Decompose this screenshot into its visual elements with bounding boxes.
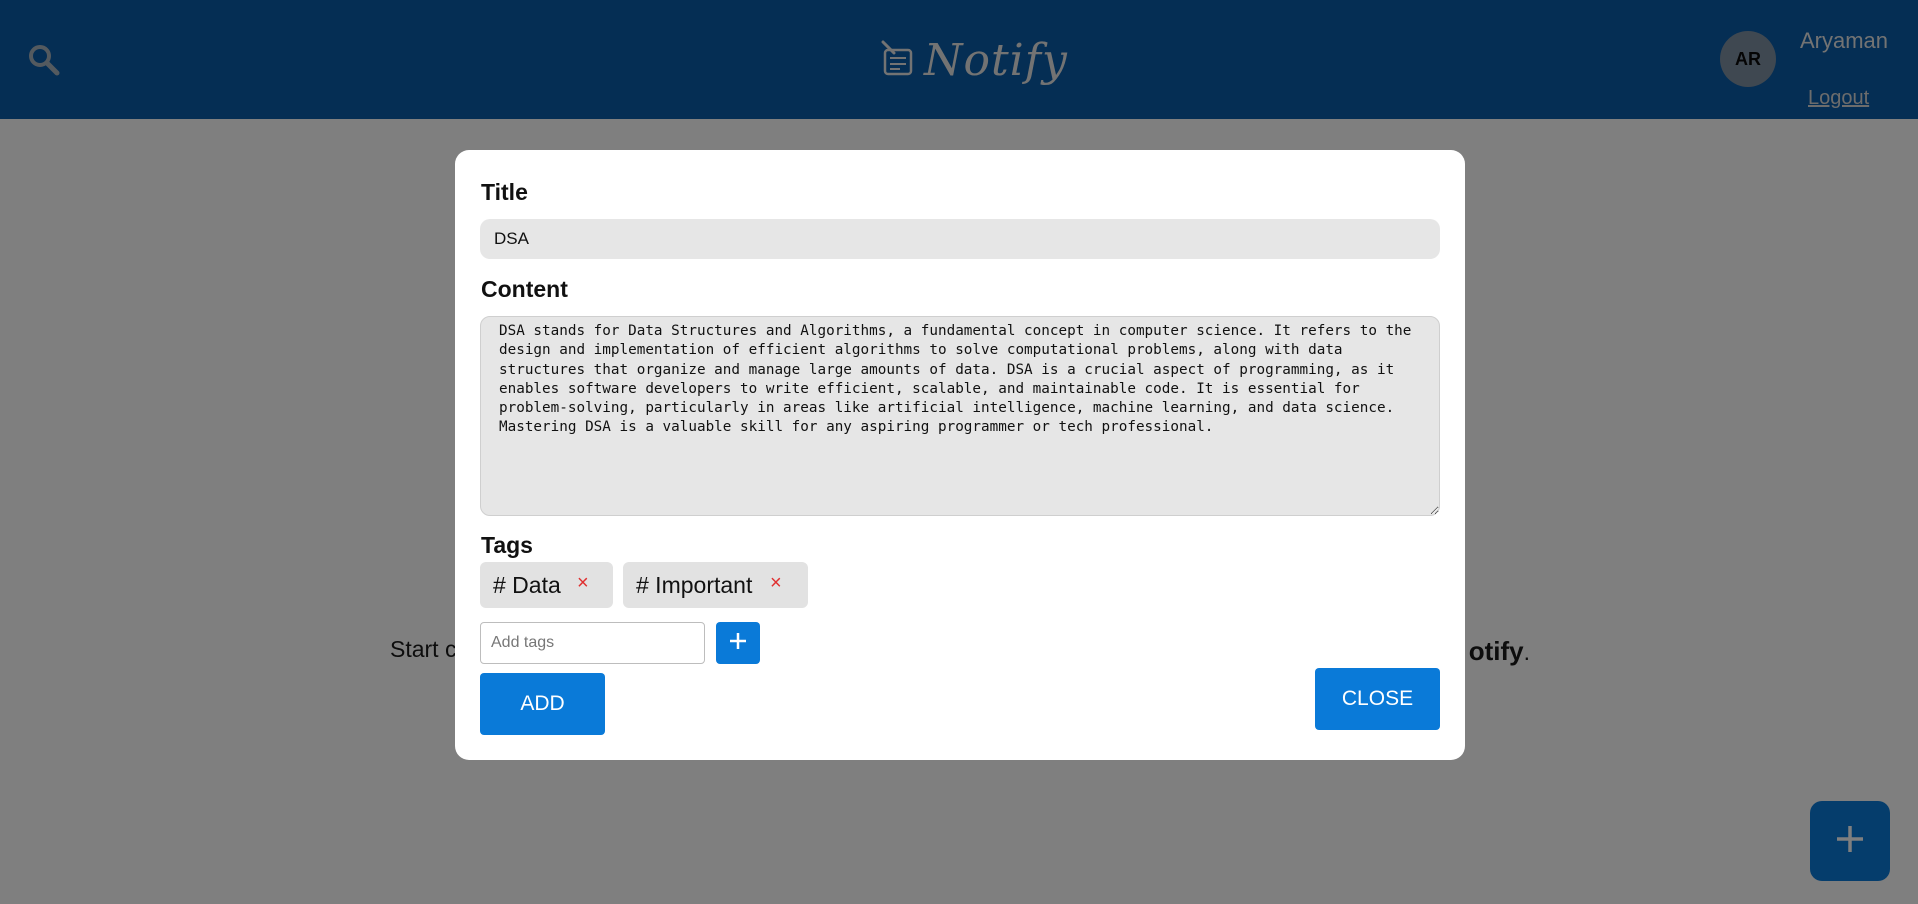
content-label: Content bbox=[481, 276, 568, 302]
add-button[interactable]: ADD bbox=[480, 673, 605, 735]
tag-remove-icon[interactable]: × bbox=[577, 572, 589, 595]
plus-icon bbox=[728, 631, 748, 656]
title-label: Title bbox=[481, 179, 528, 205]
tag-remove-icon[interactable]: × bbox=[770, 572, 782, 595]
content-textarea[interactable]: DSA stands for Data Structures and Algor… bbox=[480, 316, 1440, 516]
tag-label: # Important bbox=[636, 571, 753, 598]
add-tag-button[interactable] bbox=[716, 622, 760, 664]
tag-chip: # Important × bbox=[623, 562, 808, 608]
edit-note-modal: Title Content DSA stands for Data Struct… bbox=[455, 150, 1465, 760]
tag-label: # Data bbox=[493, 571, 561, 598]
tags-label: Tags bbox=[481, 532, 533, 558]
tag-chip: # Data × bbox=[480, 562, 613, 608]
add-tag-input[interactable] bbox=[480, 622, 705, 664]
title-input[interactable] bbox=[480, 219, 1440, 259]
close-button[interactable]: CLOSE bbox=[1315, 668, 1440, 730]
